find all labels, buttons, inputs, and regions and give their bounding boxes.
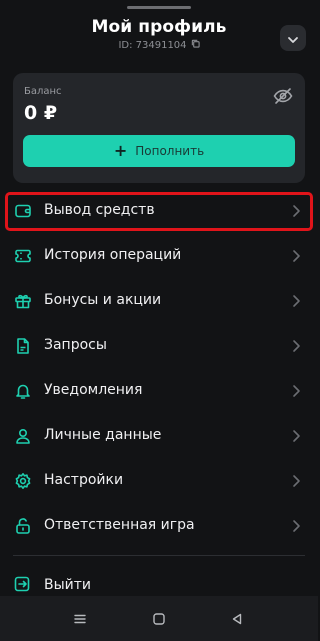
- document-icon: [13, 336, 33, 356]
- chevron-right-icon: [291, 203, 301, 217]
- chevron-right-icon: [291, 383, 301, 397]
- system-navbar: [0, 596, 318, 641]
- home-icon[interactable]: [148, 608, 170, 630]
- lock-icon: [13, 516, 33, 536]
- user-icon: [13, 426, 33, 446]
- profile-menu: Вывод средств История операций Бонусы и …: [0, 188, 318, 548]
- menu-item-label: Личные данные: [44, 427, 162, 443]
- bell-icon: [13, 381, 33, 401]
- back-icon[interactable]: [226, 608, 248, 630]
- chevron-down-icon: [287, 29, 299, 48]
- menu-item-label: Ответственная игра: [44, 517, 195, 533]
- balance-value: 0 ₽: [24, 102, 58, 124]
- chevron-right-icon: [291, 338, 301, 352]
- gift-icon: [13, 291, 33, 311]
- chevron-right-icon: [291, 428, 301, 442]
- topup-label: Пополнить: [135, 144, 205, 158]
- menu-item-label: Бонусы и акции: [44, 292, 162, 308]
- menu-item-label: История операций: [44, 247, 182, 263]
- wallet-icon: [13, 201, 33, 221]
- menu-item-responsible-gaming[interactable]: Ответственная игра: [0, 503, 318, 548]
- menu-item-label: Уведомления: [44, 382, 143, 398]
- chevron-right-icon: [291, 293, 301, 307]
- menu-item-bonuses[interactable]: Бонусы и акции: [0, 278, 318, 323]
- menu-item-label: Вывод средств: [44, 202, 155, 218]
- collapse-button[interactable]: [280, 25, 306, 51]
- header: Мой профиль ID: 73491104: [0, 10, 318, 58]
- gear-icon: [13, 471, 33, 491]
- eye-off-icon[interactable]: [272, 85, 294, 107]
- page-title: Мой профиль: [91, 17, 227, 37]
- user-id-row: ID: 73491104: [0, 39, 318, 51]
- divider: [13, 555, 305, 556]
- topup-button[interactable]: + Пополнить: [23, 135, 295, 167]
- menu-item-history[interactable]: История операций: [0, 233, 318, 278]
- balance-label: Баланс: [24, 86, 62, 97]
- menu-item-withdraw[interactable]: Вывод средств: [0, 188, 318, 233]
- chevron-right-icon: [291, 473, 301, 487]
- menu-item-personal-data[interactable]: Личные данные: [0, 413, 318, 458]
- copy-icon[interactable]: [191, 39, 200, 51]
- user-id: ID: 73491104: [118, 39, 187, 51]
- menu-icon[interactable]: [69, 608, 91, 630]
- chevron-right-icon: [291, 518, 301, 532]
- plus-icon: +: [113, 141, 128, 160]
- menu-item-settings[interactable]: Настройки: [0, 458, 318, 503]
- ticket-icon: [13, 246, 33, 266]
- chevron-right-icon: [291, 248, 301, 262]
- menu-item-notifications[interactable]: Уведомления: [0, 368, 318, 413]
- menu-item-requests[interactable]: Запросы: [0, 323, 318, 368]
- drag-handle[interactable]: [127, 6, 191, 9]
- menu-item-label: Настройки: [44, 472, 124, 488]
- logout-icon: [13, 575, 33, 595]
- balance-card: Баланс 0 ₽ + Пополнить: [13, 73, 305, 183]
- menu-item-label: Запросы: [44, 337, 107, 353]
